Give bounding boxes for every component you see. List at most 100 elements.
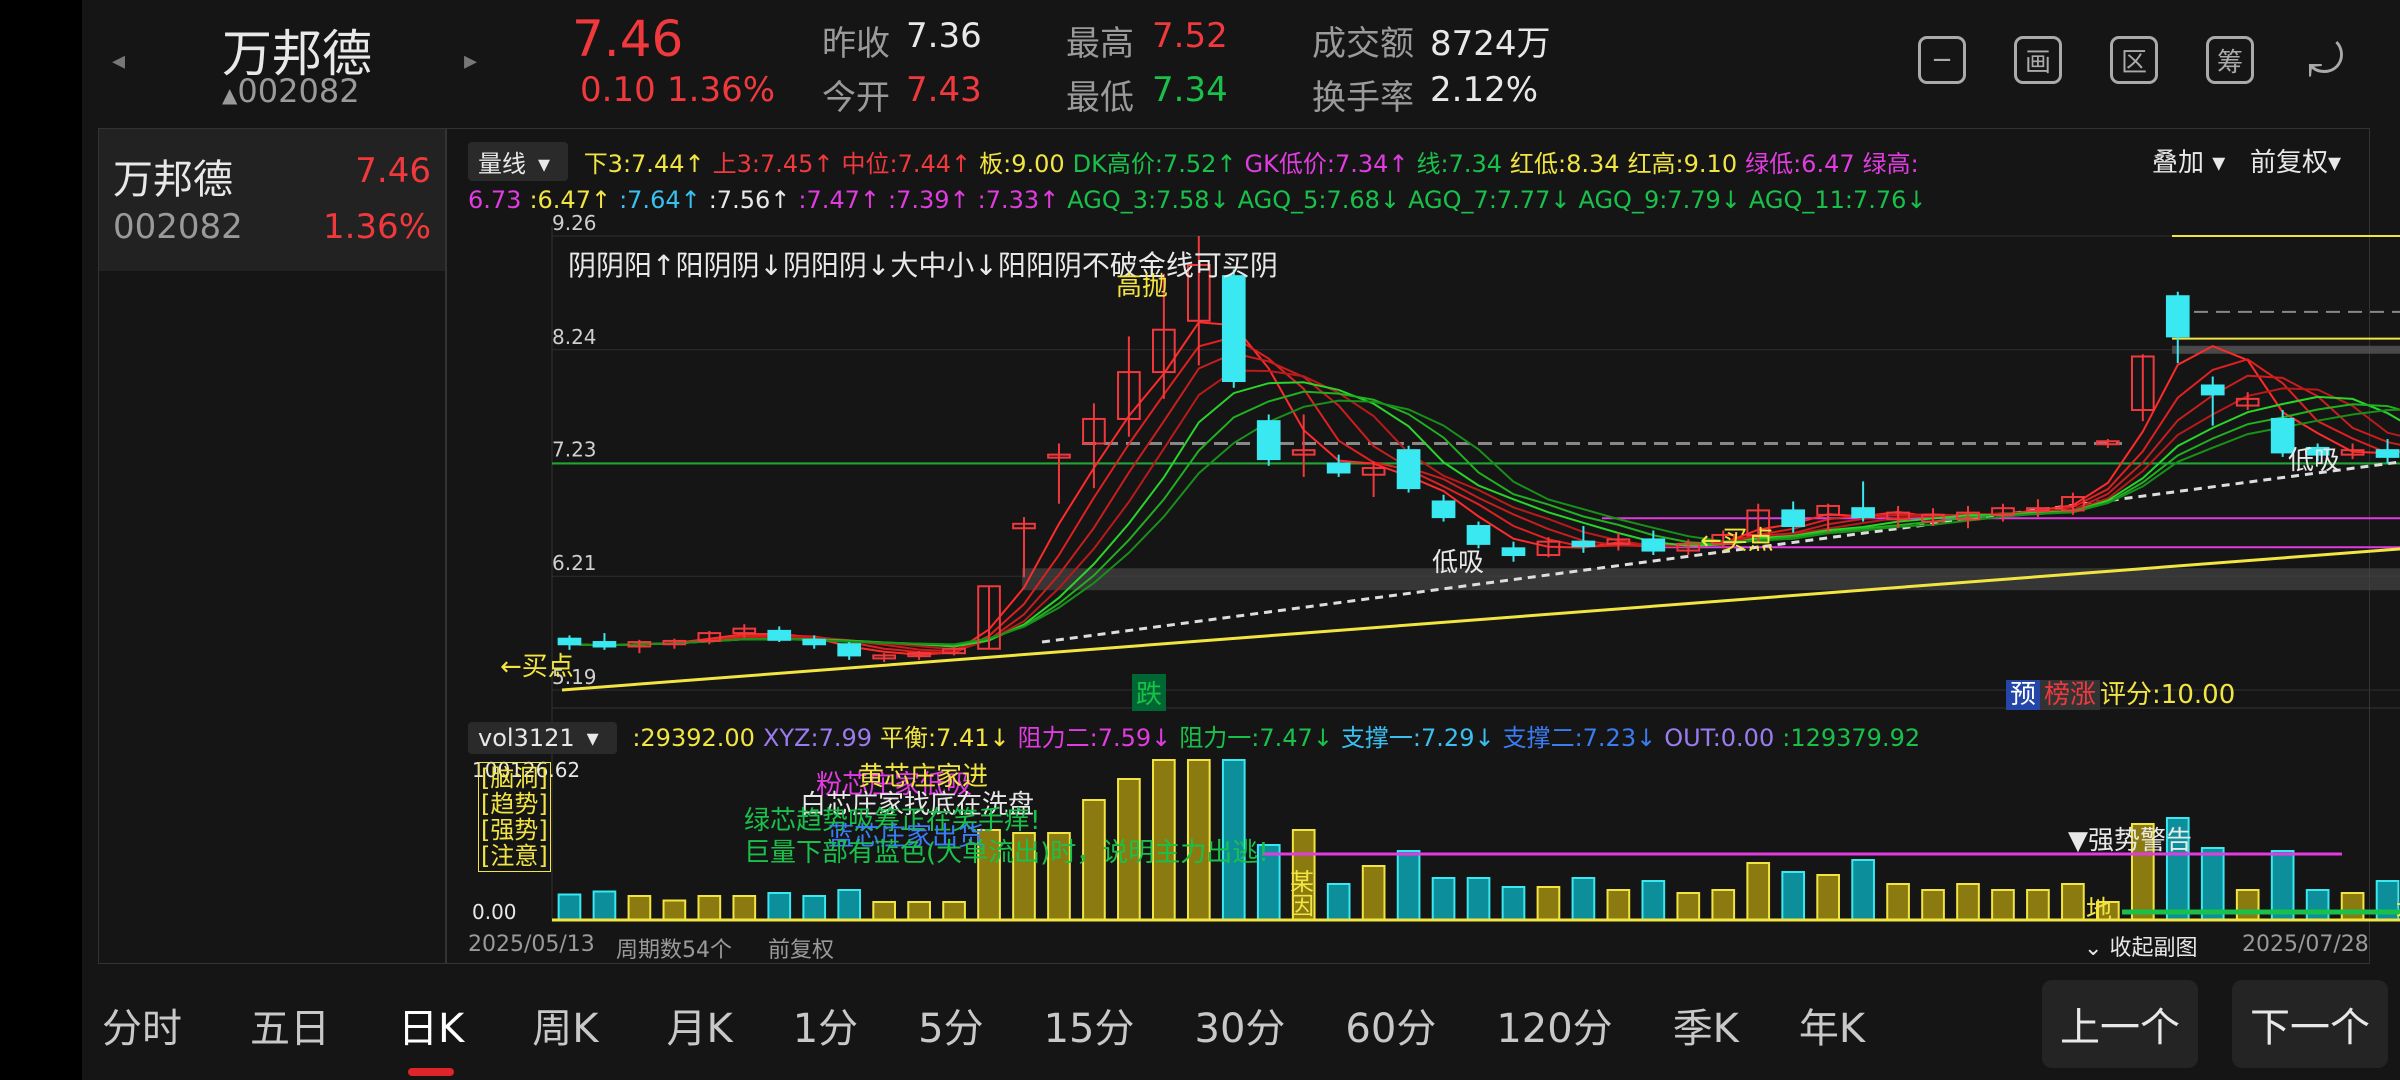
volume-bar [2026,889,2050,921]
volume-bar [1956,883,1980,921]
candlestick-chart[interactable]: 9.268.247.236.215.19 [82,0,2400,1080]
sub-indicator-selector[interactable]: vol3121 ▾ [468,722,617,754]
volume-bar [1431,877,1456,921]
candle-body [1501,547,1526,557]
volume-bar [592,890,617,921]
tab-30分[interactable]: 30分 [1195,996,1286,1054]
candle-body [592,641,617,648]
volume-bar [1711,889,1736,921]
sub-indicator-label: vol3121 [478,724,575,752]
volume-bar [732,895,757,921]
sub-indicator-row: vol3121 ▾ :29392.00 XYZ:7.99 平衡:7.41↓ 阻力二:7.… [468,718,1936,754]
tab-年K[interactable]: 年K [1799,996,1865,1054]
y-tick-label: 8.24 [552,325,597,349]
volume-bar [2305,889,2330,921]
tab-分时[interactable]: 分时 [102,996,182,1054]
volume-bar [767,892,792,921]
volume-bar [1641,880,1666,921]
app-root: ◂ ▸ 万邦德 ▲002082 7.46 0.10 1.36% 昨收 7.36 … [82,0,2400,1080]
screen-edge [0,0,82,1080]
volume-bar [1851,859,1875,921]
dropdown-arrow-icon: ▾ [586,724,599,752]
candle-body [1851,507,1875,519]
label-low-buy-right: 低吸 [2288,446,2341,476]
sub-indicator-value: :29392.00 [632,724,755,752]
tab-季K[interactable]: 季K [1673,996,1739,1054]
candle-body [2165,295,2190,338]
sub-indicator-value: OUT:0.00 [1664,724,1775,752]
sub-indicator-value: 阻力二:7.59↓ [1017,724,1172,752]
resistance-band [1022,568,2400,591]
volume-bar [2061,883,2085,921]
volume-bar [1466,877,1491,921]
candle-body [2375,449,2400,458]
label-buy-point-1: ←买点 [500,652,574,682]
collapse-sub-label: 收起副图 [2109,936,2198,961]
y-tick-label: 9.26 [552,211,597,235]
legend-item: [强势] [481,816,548,844]
double-chevron-down-icon: ⌄ [2084,936,2103,961]
candle-body [767,629,792,641]
candle-body [802,638,827,646]
y-tick-label: 7.23 [552,437,597,461]
volume-bar [1501,886,1526,921]
moving-average-line [569,399,2400,647]
tab-1分[interactable]: 1分 [793,996,858,1054]
label-ground-1: 地 [2086,896,2113,926]
period-tabs: 分时 五日 日K 周K 月K 1分 5分 15分 30分 60分 120分 季K 年K [102,996,1925,1076]
volume-bar [697,895,722,921]
volume-bar [1886,883,1910,921]
candle-body [1221,275,1246,383]
label-special-2: 因 [1290,892,1314,920]
volume-bar [1676,892,1701,921]
volume-bar [2340,892,2365,921]
volume-bar [1921,889,1945,921]
tab-5分[interactable]: 5分 [918,996,983,1054]
candle-body [1431,500,1456,519]
note-green-2: 巨量下部有蓝色(大单流出)时，说明主力出逃! [744,838,1269,868]
volume-bar [1536,886,1561,921]
period-count: 周期数54个 [616,938,732,963]
volume-bar [802,895,827,921]
volume-bar [557,893,582,921]
tab-月K[interactable]: 月K [666,996,732,1054]
candle-body [1396,449,1421,490]
volume-bar [2235,889,2260,921]
score-value: 10.00 [2160,680,2236,710]
label-ground-2: 地 [2396,890,2400,927]
label-high-throw: 高抛 [1116,272,1169,302]
legend-box: [脑洞] [趋势] [强势] [注意] [478,762,551,872]
tab-五日[interactable]: 五日 [250,996,330,1054]
sub-indicator-value: 平衡:7.41↓ [880,724,1010,752]
legend-item: [趋势] [481,790,548,818]
volume-bar [1781,871,1806,921]
collapse-sub-chart-button[interactable]: ⌄ 收起副图 [2084,930,2197,962]
tab-日K[interactable]: 日K [398,996,464,1076]
legend-item: [注意] [481,842,548,870]
volume-bar [942,901,966,921]
tab-60分[interactable]: 60分 [1345,996,1436,1054]
candle-body [557,637,582,646]
sub-indicator-value: 阻力一:7.47↓ [1179,724,1333,752]
tab-15分[interactable]: 15分 [1044,996,1135,1054]
volume-bar [1326,883,1351,921]
candle-body [1571,540,1596,548]
pattern-annotation: 阴阴阳↑阳阴阴↓阴阳阴↓大中小↓阳阳阴不破金线可买阴 [568,249,1278,282]
volume-bar [1396,850,1421,921]
sub-indicator-value: 支撑一:7.29↓ [1340,724,1495,752]
footer-adjust: 前复权 [768,938,835,963]
prev-stock-button[interactable]: 上一个 [2042,980,2198,1068]
next-stock-button[interactable]: 下一个 [2232,980,2388,1068]
sub-y-bottom: 0.00 [472,900,517,924]
candle-body [1326,462,1351,474]
volume-bar [627,895,652,921]
volume-bar [2200,847,2225,921]
volume-bar [837,889,862,921]
moving-average-line [569,352,2400,653]
tab-周K[interactable]: 周K [532,996,598,1054]
legend-item: [脑洞] [481,764,548,792]
sub-indicator-value: XYZ:7.99 [762,724,873,752]
volume-bar [662,899,687,921]
volume-bar [872,901,896,921]
tab-120分[interactable]: 120分 [1496,996,1612,1054]
